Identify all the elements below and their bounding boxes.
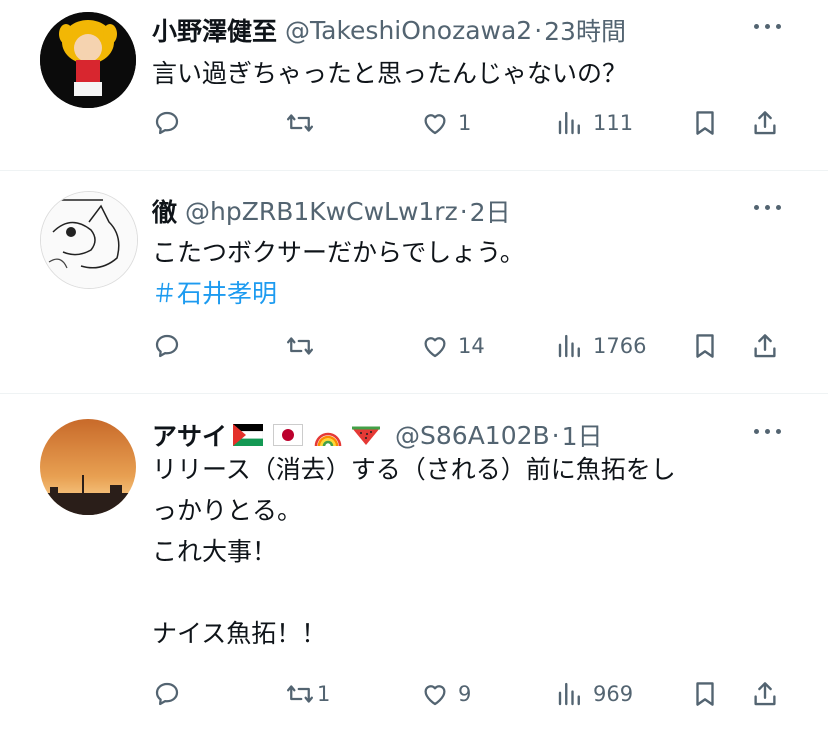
more-icon[interactable] bbox=[754, 426, 784, 436]
more-icon[interactable] bbox=[754, 202, 784, 212]
separator: · bbox=[534, 15, 543, 45]
user-handle[interactable]: @TakeshiOnozawa2 bbox=[285, 16, 532, 45]
views-icon bbox=[558, 111, 580, 135]
retweet-icon bbox=[287, 114, 313, 132]
views-icon bbox=[558, 682, 580, 706]
tweet[interactable]: アサイ @S86A102B · 1日 リリース（消去）する（される）前に魚拓をし… bbox=[0, 394, 828, 729]
bookmark-button[interactable] bbox=[690, 331, 720, 361]
reply-icon bbox=[155, 334, 179, 358]
avatar[interactable] bbox=[40, 12, 136, 108]
reply-icon bbox=[155, 111, 179, 135]
avatar[interactable] bbox=[40, 419, 136, 515]
share-button[interactable] bbox=[750, 679, 780, 709]
retweet-button[interactable]: 1 bbox=[285, 679, 330, 709]
reply-button[interactable] bbox=[152, 108, 190, 138]
view-count: 969 bbox=[593, 682, 634, 706]
like-button[interactable]: 9 bbox=[420, 679, 471, 709]
view-count: 111 bbox=[593, 111, 634, 135]
retweet-icon bbox=[287, 337, 313, 355]
tweet-text: こたつボクサーだからでしょう。 bbox=[152, 238, 525, 267]
like-count: 14 bbox=[458, 334, 485, 358]
share-icon bbox=[754, 334, 776, 358]
bookmark-icon bbox=[696, 111, 714, 135]
retweet-icon bbox=[287, 685, 313, 703]
share-icon bbox=[754, 111, 776, 135]
views-button[interactable]: 111 bbox=[555, 108, 633, 138]
share-button[interactable] bbox=[750, 331, 780, 361]
view-count: 1766 bbox=[593, 334, 647, 358]
tweet-text: 言い過ぎちゃったと思ったんじゃないの？ bbox=[152, 59, 628, 88]
like-button[interactable]: 1 bbox=[420, 108, 471, 138]
bookmark-button[interactable] bbox=[690, 679, 720, 709]
views-button[interactable]: 969 bbox=[555, 679, 633, 709]
views-icon bbox=[558, 334, 580, 358]
separator: · bbox=[551, 420, 560, 450]
user-handle[interactable]: @hpZRB1KwCwLw1rz bbox=[185, 197, 458, 226]
separator: · bbox=[459, 196, 468, 226]
japan-flag-icon bbox=[273, 424, 304, 446]
retweet-button[interactable] bbox=[285, 331, 323, 361]
tweet[interactable]: 徹 @hpZRB1KwCwLw1rz · 2日 こたつボクサーだからでしょう。 … bbox=[0, 171, 828, 394]
hashtag-link[interactable]: ＃石井孝明 bbox=[152, 273, 792, 314]
bookmark-icon bbox=[696, 334, 714, 358]
share-button[interactable] bbox=[750, 108, 780, 138]
avatar[interactable] bbox=[40, 191, 138, 289]
display-name[interactable]: アサイ bbox=[152, 417, 227, 453]
reply-button[interactable] bbox=[152, 331, 190, 361]
like-count: 1 bbox=[458, 111, 472, 135]
like-icon bbox=[424, 337, 446, 358]
tweet-text: リリース（消去）する（される）前に魚拓をし っかりとる。 これ大事！ ナイス魚拓… bbox=[152, 455, 676, 648]
retweet-button[interactable] bbox=[285, 108, 323, 138]
like-icon bbox=[424, 114, 446, 135]
timestamp[interactable]: 1日 bbox=[562, 417, 603, 453]
bookmark-icon bbox=[696, 682, 714, 706]
rainbow-icon bbox=[314, 432, 342, 447]
like-icon bbox=[424, 685, 446, 706]
timestamp[interactable]: 23時間 bbox=[544, 12, 626, 48]
user-handle[interactable]: @S86A102B bbox=[395, 421, 550, 450]
like-button[interactable]: 14 bbox=[420, 331, 485, 361]
tweet[interactable]: 小野澤健至 @TakeshiOnozawa2 · 23時間 言い過ぎちゃったと思… bbox=[0, 0, 828, 171]
display-name[interactable]: 徹 bbox=[152, 193, 177, 229]
watermelon-icon bbox=[352, 426, 381, 445]
action-bar: 14 1766 bbox=[152, 331, 782, 365]
views-button[interactable]: 1766 bbox=[555, 331, 646, 361]
timestamp[interactable]: 2日 bbox=[470, 193, 511, 229]
like-count: 9 bbox=[458, 682, 472, 706]
more-icon[interactable] bbox=[754, 21, 784, 31]
reply-icon bbox=[155, 682, 179, 706]
retweet-count: 1 bbox=[317, 682, 331, 706]
bookmark-button[interactable] bbox=[690, 108, 720, 138]
palestine-flag-icon bbox=[233, 424, 264, 446]
action-bar: 1 111 bbox=[152, 108, 782, 142]
reply-button[interactable] bbox=[152, 679, 190, 709]
share-icon bbox=[754, 682, 776, 706]
action-bar: 1 9 969 bbox=[152, 679, 782, 713]
display-name[interactable]: 小野澤健至 bbox=[152, 12, 277, 48]
